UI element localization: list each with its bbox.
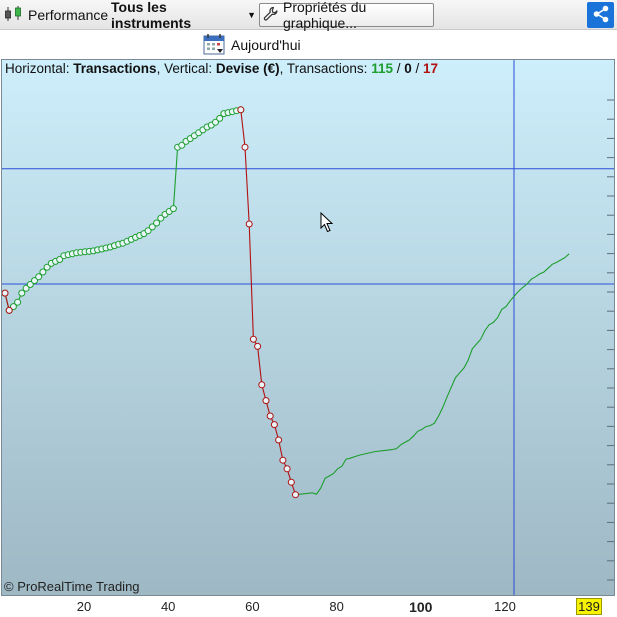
trade-point bbox=[14, 298, 22, 306]
trade-point bbox=[241, 143, 249, 151]
candlestick-icon bbox=[4, 5, 24, 26]
header-separator: / bbox=[392, 61, 405, 76]
performance-chart[interactable]: Horizontal: Transactions, Vertical: Devi… bbox=[1, 59, 615, 596]
mouse-cursor-icon bbox=[320, 212, 334, 233]
trade-point bbox=[254, 342, 262, 350]
share-button[interactable] bbox=[587, 2, 614, 28]
x-tick-label: 60 bbox=[245, 599, 260, 614]
today-label: Aujourd'hui bbox=[231, 37, 301, 53]
performance-window: Performance Tous les instruments ▼ Propr… bbox=[0, 0, 617, 617]
trade-point bbox=[283, 465, 291, 473]
header-transactions-prefix: , Transactions: bbox=[279, 61, 372, 76]
x-tick-label: 20 bbox=[76, 599, 92, 614]
trade-point bbox=[237, 106, 245, 114]
header-separator: / bbox=[411, 61, 424, 76]
trade-point bbox=[245, 220, 253, 228]
chart-properties-button[interactable]: Propriétés du graphique... bbox=[259, 0, 434, 31]
x-tick-label: 120 bbox=[494, 599, 516, 614]
header-vertical-value: Devise (€) bbox=[215, 61, 280, 76]
trade-point bbox=[249, 335, 257, 343]
trade-point bbox=[270, 421, 278, 429]
header-horizontal-prefix: Horizontal: bbox=[5, 61, 74, 76]
chart-header: Horizontal: Transactions, Vertical: Devi… bbox=[5, 61, 438, 76]
dropdown-arrow-icon: ▼ bbox=[247, 10, 256, 20]
chart-background bbox=[2, 60, 614, 595]
wrench-icon bbox=[263, 6, 279, 25]
trade-point bbox=[2, 289, 9, 297]
trade-point bbox=[287, 478, 295, 486]
toolbar: Performance Tous les instruments ▼ Propr… bbox=[0, 0, 617, 31]
today-button[interactable]: Aujourd'hui bbox=[202, 33, 301, 57]
trade-point bbox=[258, 381, 266, 389]
performance-label: Performance bbox=[28, 7, 109, 23]
x-tick-label: 100 bbox=[409, 599, 433, 615]
winning-trades-count: 115 bbox=[371, 61, 393, 76]
last-transaction-badge: 139 bbox=[576, 598, 602, 615]
x-tick-label: 80 bbox=[329, 599, 344, 614]
trade-point bbox=[275, 436, 283, 444]
trade-point bbox=[279, 456, 287, 464]
chart-plot bbox=[2, 60, 614, 595]
neutral-trades-count: 0 bbox=[404, 61, 412, 76]
header-vertical-prefix: , Vertical: bbox=[156, 61, 216, 76]
trade-point bbox=[292, 491, 299, 499]
share-icon bbox=[591, 4, 611, 27]
trade-point bbox=[5, 306, 13, 314]
watermark: © ProRealTime Trading bbox=[4, 579, 140, 594]
date-bar: Aujourd'hui bbox=[0, 31, 617, 59]
header-horizontal-value: Transactions bbox=[73, 61, 157, 76]
trade-point bbox=[169, 205, 177, 213]
instruments-dropdown[interactable]: Tous les instruments ▼ bbox=[108, 0, 256, 31]
performance-button[interactable]: Performance bbox=[2, 3, 108, 27]
instruments-label: Tous les instruments bbox=[111, 0, 192, 31]
trade-point bbox=[262, 397, 270, 405]
trade-point bbox=[266, 412, 274, 420]
x-tick-label: 40 bbox=[160, 599, 176, 614]
losing-trades-count: 17 bbox=[423, 61, 439, 76]
calendar-icon bbox=[202, 32, 226, 59]
chart-properties-label: Propriétés du graphique... bbox=[283, 0, 367, 31]
x-axis: 20 40 60 80 100 120 139 bbox=[0, 597, 617, 617]
